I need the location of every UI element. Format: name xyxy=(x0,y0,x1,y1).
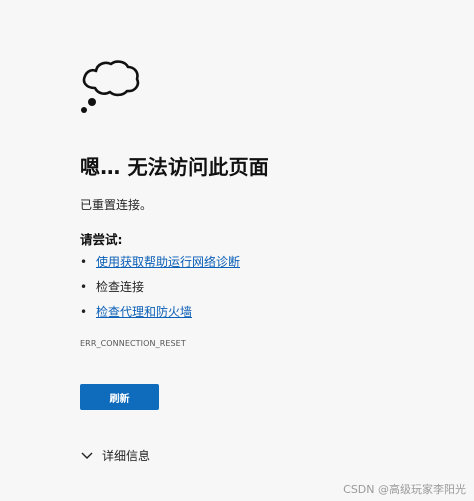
chevron-down-icon xyxy=(81,452,93,459)
error-page: 嗯… 无法访问此页面 已重置连接。 请尝试: • 使用获取帮助运行网络诊断 • … xyxy=(0,0,474,501)
check-connection-text: 检查连接 xyxy=(96,280,145,294)
bullet-icon: • xyxy=(80,280,88,294)
thought-cloud-icon xyxy=(81,60,140,113)
suggestion-item-network-diagnostics: • 使用获取帮助运行网络诊断 xyxy=(80,254,240,279)
details-toggle[interactable]: 详细信息 xyxy=(80,446,150,464)
suggestion-item-check-connection: • 检查连接 xyxy=(80,279,240,304)
proxy-firewall-link[interactable]: 检查代理和防火墙 xyxy=(96,305,192,319)
network-diagnostics-link[interactable]: 使用获取帮助运行网络诊断 xyxy=(96,255,240,269)
refresh-button[interactable]: 刷新 xyxy=(80,384,159,410)
try-heading: 请尝试: xyxy=(80,232,123,247)
bullet-icon: • xyxy=(80,305,88,319)
watermark: CSDN @高级玩家李阳光 xyxy=(343,483,466,496)
suggestion-list: • 使用获取帮助运行网络诊断 • 检查连接 • 检查代理和防火墙 xyxy=(80,254,240,329)
page-title: 嗯… 无法访问此页面 xyxy=(80,155,269,179)
error-description: 已重置连接。 xyxy=(80,198,153,212)
details-label: 详细信息 xyxy=(102,448,151,463)
error-code: ERR_CONNECTION_RESET xyxy=(80,339,186,348)
suggestion-item-proxy-firewall: • 检查代理和防火墙 xyxy=(80,304,240,329)
bullet-icon: • xyxy=(80,255,88,269)
